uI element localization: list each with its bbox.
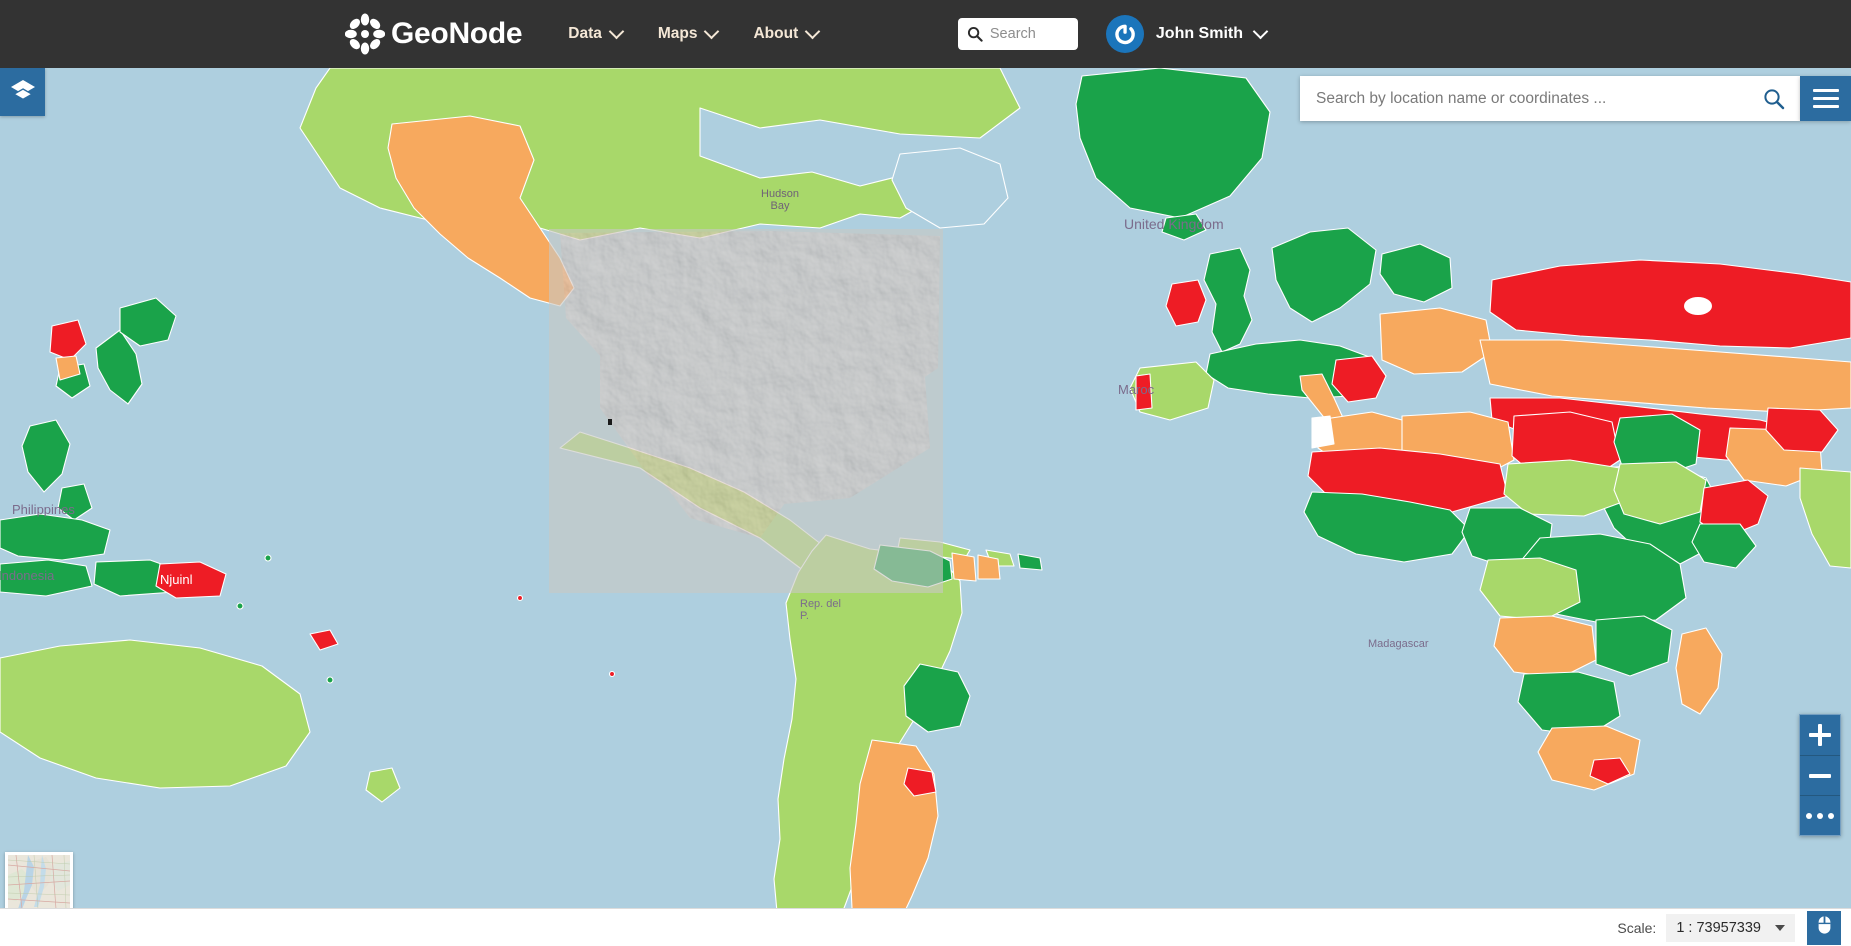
nav-item-maps-label: Maps [657,25,698,42]
pointer-coordinates-button[interactable] [1807,910,1841,945]
map-more-options-button[interactable] [1800,795,1840,835]
map-location-search[interactable] [1300,76,1800,121]
scale-value: 1 : 73957339 [1676,919,1761,936]
zoom-out-button[interactable] [1800,755,1840,795]
global-search-placeholder: Search [989,26,1036,42]
chevron-down-icon [704,23,720,39]
brand-name: GeoNode [391,17,523,50]
map-label-united-kingdom: United Kingdom [1124,216,1224,232]
navbar-right-group: Search John Smith [957,15,1269,53]
ellipsis-icon [1806,812,1834,819]
raster-relief-overlay [549,229,943,593]
geonode-flower-logo-icon [344,13,386,55]
chevron-down-icon [804,23,821,39]
geonode-map-application: GeoNode Data Maps About Search John Smit… [0,0,1851,946]
nav-item-maps[interactable]: Maps [640,0,736,68]
minus-icon [1809,773,1831,778]
hamburger-menu-icon-bar [1812,89,1839,92]
status-bar: Scale: 1 : 73957339 [0,908,1851,946]
map-label-madagascar: Madagascar [1368,638,1429,650]
map-label-indonesia: Indonesia [0,568,55,583]
map-search-input[interactable] [1300,76,1748,121]
overview-minimap[interactable] [5,852,73,912]
nav-item-about-label: About [753,25,799,42]
scale-label: Scale: [1617,919,1657,936]
map-label-rep-del-p: Rep. del P. [800,598,841,622]
search-icon [967,26,983,42]
user-menu[interactable]: John Smith [1105,15,1269,53]
plus-icon [1818,724,1822,746]
mouse-pointer-icon [1816,915,1833,940]
global-search-box[interactable]: Search [957,18,1078,50]
zoom-in-button[interactable] [1800,715,1840,755]
main-navigation: Data Maps About [550,0,836,68]
top-navbar: GeoNode Data Maps About Search John Smit… [0,0,1851,68]
map-label-hudson-bay: Hudson Bay [761,188,799,212]
hamburger-menu-icon-bar [1812,97,1839,100]
brand-logo[interactable]: GeoNode [344,0,523,68]
hamburger-menu-icon-bar [1812,105,1839,108]
chevron-down-icon [1252,23,1269,39]
nav-item-about[interactable]: About [735,0,836,68]
map-label-njuinl: Njuinl [160,572,193,587]
map-menu-button[interactable] [1800,76,1851,121]
map-canvas[interactable]: Hudson Bay United Kingdom Maroc Philippi… [0,68,1851,946]
map-label-maroc: Maroc [1118,382,1155,397]
geonode-power-avatar-icon [1105,15,1144,53]
layers-panel-button[interactable] [0,68,45,116]
zoom-controls [1799,714,1841,836]
map-search-submit-icon[interactable] [1748,76,1800,121]
nav-item-data-label: Data [568,25,602,42]
map-label-philippines: Philippines [12,502,75,517]
scale-selector[interactable]: 1 : 73957339 [1666,913,1795,942]
user-name-label: John Smith [1155,25,1243,42]
world-map-vector [0,68,1851,946]
chevron-down-icon [608,23,625,39]
layers-stack-icon [10,78,36,107]
caret-down-icon [1775,924,1785,931]
nav-item-data[interactable]: Data [550,0,640,68]
